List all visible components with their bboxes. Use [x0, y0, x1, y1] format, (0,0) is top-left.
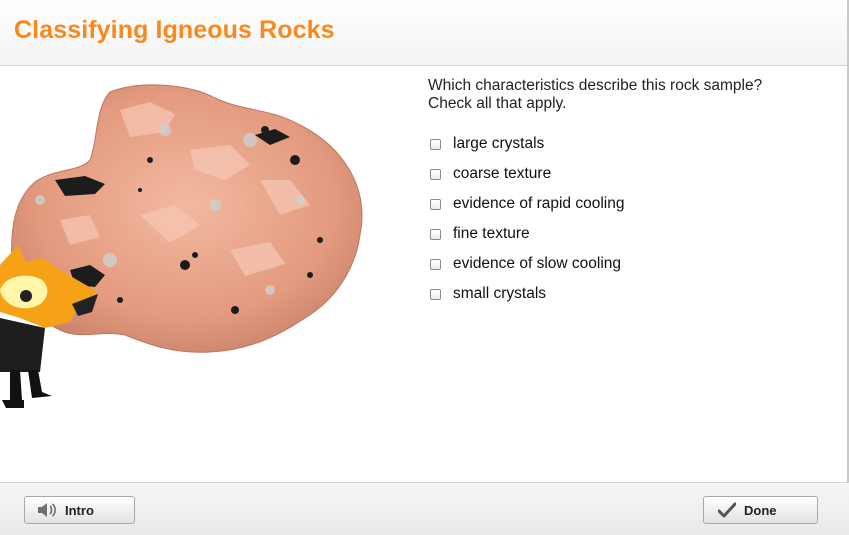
checkbox[interactable] — [430, 138, 441, 150]
speaker-icon — [37, 502, 57, 518]
option-coarse-texture[interactable]: coarse texture — [430, 159, 624, 189]
option-label: evidence of slow cooling — [453, 255, 622, 272]
answer-options: large crystals coarse texture evidence o… — [430, 129, 624, 309]
question-text: Which characteristics describe this rock… — [428, 77, 828, 113]
checkbox[interactable] — [430, 198, 441, 210]
checkmark-icon — [718, 502, 736, 518]
footer-bar: Intro Done — [0, 482, 849, 535]
option-small-crystals[interactable]: small crystals — [430, 279, 624, 309]
intro-label: Intro — [65, 502, 94, 518]
checkbox[interactable] — [430, 228, 441, 240]
checkbox[interactable] — [430, 288, 441, 300]
question-line-1: Which characteristics describe this rock… — [428, 77, 763, 94]
option-label: coarse texture — [453, 165, 552, 182]
option-label: small crystals — [453, 285, 547, 302]
rock-sample-image — [0, 84, 363, 408]
option-slow-cooling[interactable]: evidence of slow cooling — [430, 249, 624, 279]
header-bar: Classifying Igneous Rocks — [0, 0, 849, 66]
option-label: evidence of rapid cooling — [453, 195, 625, 212]
option-rapid-cooling[interactable]: evidence of rapid cooling — [430, 189, 624, 219]
page-title: Classifying Igneous Rocks — [14, 16, 335, 44]
option-label: large crystals — [453, 135, 545, 152]
question-line-2: Check all that apply. — [428, 95, 567, 112]
done-label: Done — [744, 502, 777, 518]
checkbox[interactable] — [430, 258, 441, 270]
intro-button[interactable]: Intro — [24, 496, 135, 524]
option-label: fine texture — [453, 225, 530, 242]
checkbox[interactable] — [430, 168, 441, 180]
done-button[interactable]: Done — [703, 496, 818, 524]
option-large-crystals[interactable]: large crystals — [430, 129, 624, 159]
option-fine-texture[interactable]: fine texture — [430, 219, 624, 249]
